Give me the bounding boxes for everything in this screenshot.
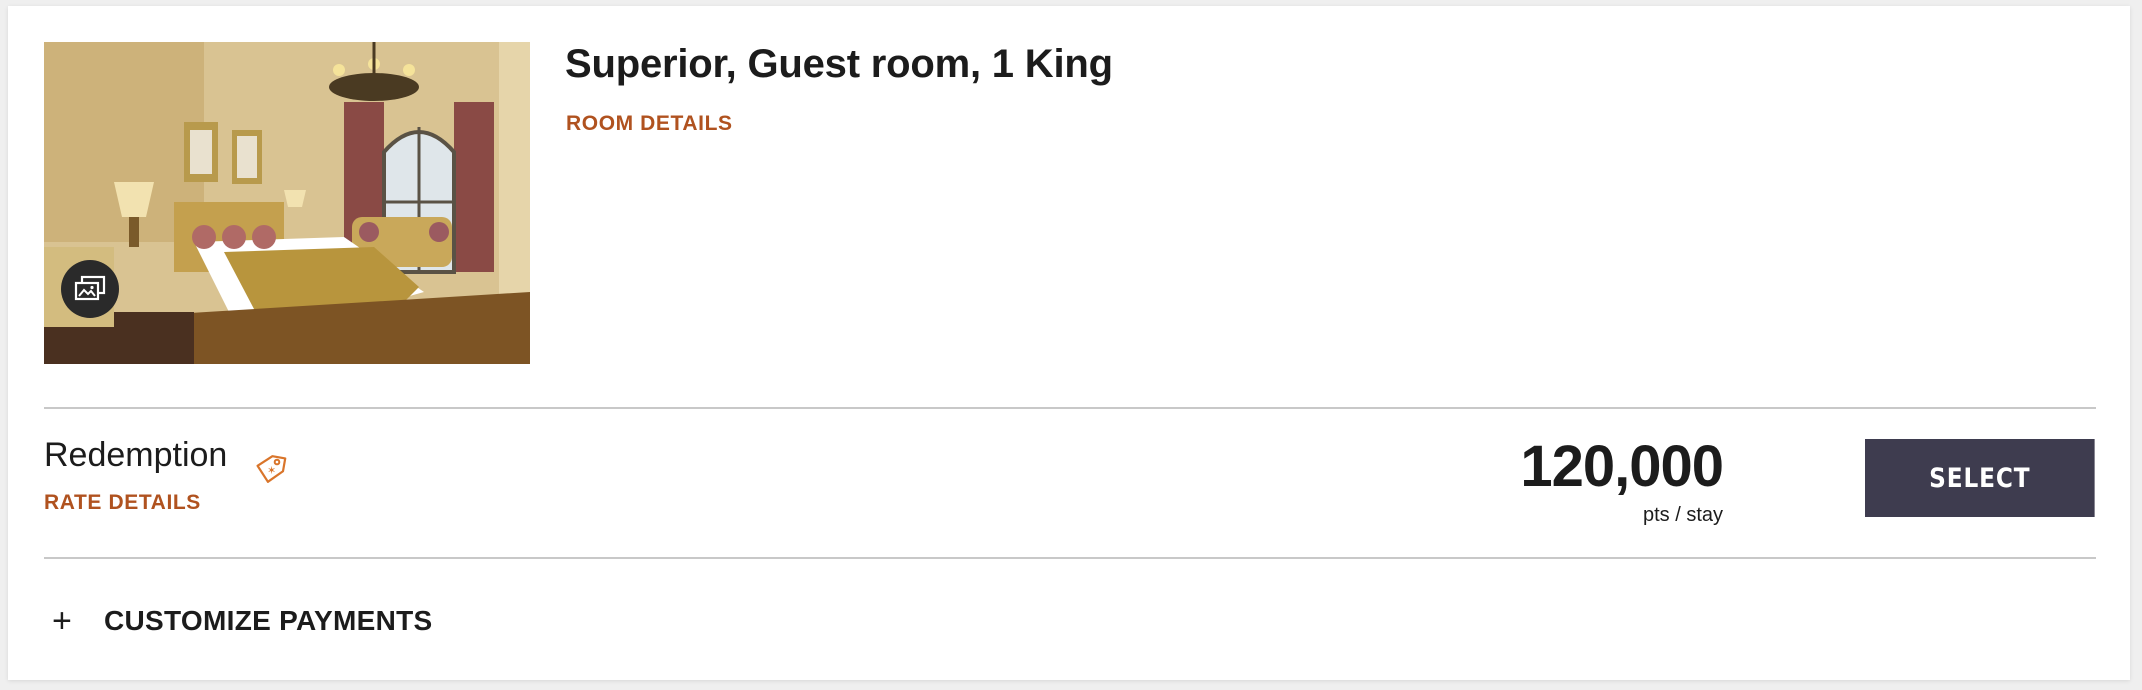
divider [44, 407, 2096, 409]
points-price-unit: pts / stay [1642, 504, 1723, 526]
room-rate-card: Superior, Guest room, 1 King ROOM DETAIL… [8, 6, 2130, 680]
room-photo[interactable] [44, 42, 530, 364]
customize-payments-label: CUSTOMIZE PAYMENTS [104, 605, 433, 636]
select-button[interactable]: SELECT [1865, 439, 2095, 517]
room-title: Superior, Guest room, 1 King [565, 42, 1113, 86]
plus-icon: + [52, 602, 72, 640]
divider [44, 557, 2096, 559]
points-price: 120,000 [1520, 434, 1724, 499]
rate-details-link[interactable]: RATE DETAILS [44, 491, 201, 515]
svg-text:✶: ✶ [267, 464, 276, 477]
photo-gallery-button[interactable] [61, 260, 119, 318]
room-photo-image [44, 42, 530, 364]
room-details-link[interactable]: ROOM DETAILS [566, 112, 733, 136]
rate-name: Redemption [44, 436, 228, 474]
customize-payments-toggle[interactable]: + CUSTOMIZE PAYMENTS [52, 604, 432, 638]
photo-gallery-icon [74, 275, 106, 301]
tag-icon: ✶ [256, 455, 287, 483]
